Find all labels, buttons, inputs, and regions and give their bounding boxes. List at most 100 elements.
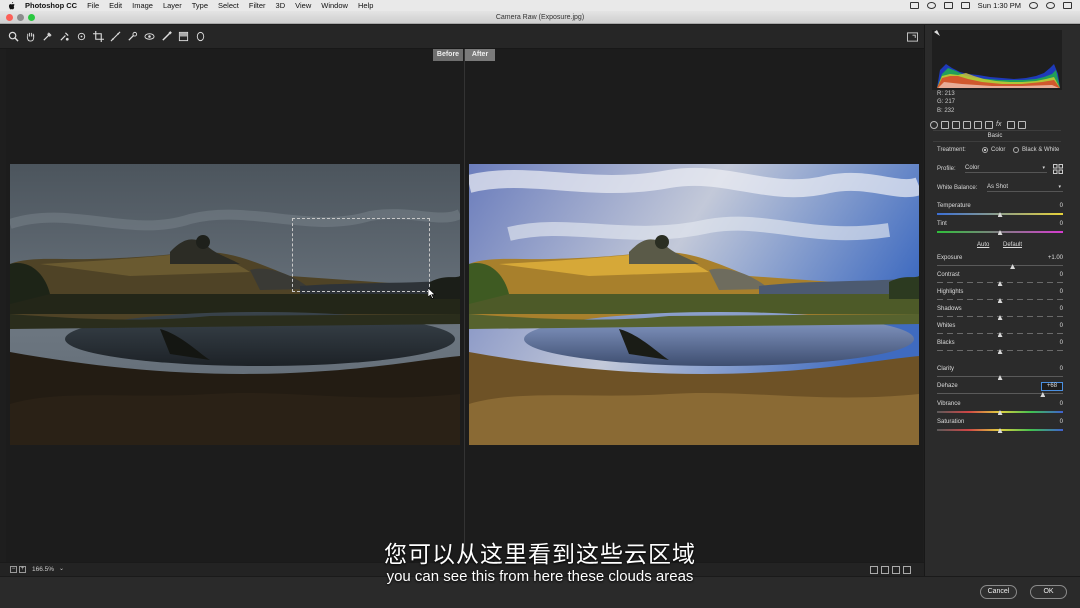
graduated-filter-icon[interactable] — [178, 31, 189, 42]
slider-value-field[interactable]: +1.00 — [1037, 255, 1063, 261]
straighten-tool-icon[interactable] — [110, 31, 121, 42]
lens-corrections-tab-icon[interactable] — [985, 121, 993, 129]
subtitle-english: you can see this from here these clouds … — [386, 568, 694, 585]
zoom-window-icon[interactable] — [28, 14, 35, 21]
camera-calibration-tab-icon[interactable] — [1007, 121, 1015, 129]
split-toning-tab-icon[interactable] — [974, 121, 982, 129]
shadow-clipping-icon[interactable] — [934, 30, 940, 36]
targeted-adjustment-icon[interactable] — [76, 31, 87, 42]
treatment-bw-label[interactable]: Black & White — [1022, 147, 1059, 153]
spotlight-search-icon[interactable] — [1029, 2, 1038, 9]
panel-divider — [933, 141, 1061, 142]
rgb-readout-b: B: 232 — [937, 108, 955, 114]
user-icon[interactable] — [1046, 2, 1055, 9]
slider-value-field[interactable]: 0 — [1037, 289, 1063, 295]
fullscreen-toggle-icon[interactable] — [907, 32, 918, 42]
notification-center-icon[interactable] — [1063, 2, 1072, 9]
before-after-divider — [464, 49, 465, 562]
hsl-tab-icon[interactable] — [963, 121, 971, 129]
after-image[interactable] — [469, 164, 919, 445]
close-window-icon[interactable] — [6, 14, 13, 21]
slider-value-field[interactable]: 0 — [1037, 306, 1063, 312]
basic-tab-icon[interactable] — [930, 121, 938, 129]
slider-label: Blacks — [937, 340, 955, 346]
menu-layer[interactable]: Layer — [163, 1, 182, 10]
screen: Photoshop CC File Edit Image Layer Type … — [0, 0, 1080, 608]
presets-tab-icon[interactable] — [1018, 121, 1026, 129]
panel-tabs: fx — [930, 121, 1026, 129]
adjustment-brush-icon[interactable] — [161, 31, 172, 42]
ok-button[interactable]: OK — [1030, 585, 1067, 599]
chevron-down-icon: ▾ — [1058, 184, 1061, 190]
subtitle-chinese: 您可以从这里看到这些云区域 — [384, 542, 696, 568]
hand-tool-icon[interactable] — [25, 31, 36, 42]
apple-icon[interactable] — [8, 1, 15, 10]
histogram — [932, 30, 1062, 90]
menu-help[interactable]: Help — [358, 1, 373, 10]
slider-track[interactable] — [937, 393, 1063, 394]
menu-filter[interactable]: Filter — [249, 1, 266, 10]
auto-link[interactable]: Auto — [977, 242, 989, 248]
battery-icon[interactable] — [960, 2, 970, 9]
profile-value: Color — [965, 165, 980, 171]
slider-label: Vibrance — [937, 401, 961, 407]
slider-value-field[interactable]: +68 — [1041, 382, 1063, 391]
slider-value-field[interactable]: 0 — [1037, 323, 1063, 329]
menu-type[interactable]: Type — [192, 1, 208, 10]
minimize-window-icon[interactable] — [17, 14, 24, 21]
slider-label: Clarity — [937, 366, 955, 372]
slider-track[interactable] — [937, 265, 1063, 266]
radial-filter-icon[interactable] — [195, 31, 206, 42]
slider-value-field[interactable]: 0 — [1037, 272, 1063, 278]
menu-edit[interactable]: Edit — [109, 1, 122, 10]
menu-window[interactable]: Window — [321, 1, 348, 10]
selection-marquee — [292, 218, 430, 292]
treatment-color-label[interactable]: Color — [991, 147, 1005, 153]
panel-title: Basic — [987, 133, 1003, 139]
color-sampler-icon[interactable] — [59, 31, 70, 42]
menu-app-name[interactable]: Photoshop CC — [25, 1, 77, 10]
menu-bar: Photoshop CC File Edit Image Layer Type … — [0, 0, 1080, 11]
cancel-button[interactable]: Cancel — [980, 585, 1017, 599]
treatment-label: Treatment: — [937, 147, 966, 153]
menu-file[interactable]: File — [87, 1, 99, 10]
slider-label: Shadows — [937, 306, 962, 312]
treatment-color-radio[interactable] — [982, 147, 988, 153]
effects-tab-icon[interactable]: fx — [996, 121, 1004, 129]
white-balance-value: As Shot — [987, 184, 1009, 190]
wifi-icon[interactable] — [926, 2, 936, 9]
menu-clock[interactable]: Sun 1:30 PM — [978, 1, 1021, 10]
after-label[interactable]: After — [465, 49, 495, 61]
profile-dropdown[interactable]: Color ▾ — [965, 165, 1047, 173]
slider-label: Dehaze — [937, 383, 958, 389]
before-label[interactable]: Before — [433, 49, 463, 61]
profile-browser-icon[interactable] — [1053, 164, 1063, 174]
spot-removal-icon[interactable] — [127, 31, 138, 42]
screen-mirroring-icon[interactable] — [909, 2, 919, 9]
volume-icon[interactable] — [943, 2, 953, 9]
slider-value-field[interactable]: 0 — [1037, 203, 1063, 209]
slider-value-field[interactable]: 0 — [1037, 340, 1063, 346]
window-controls — [6, 14, 35, 21]
white-balance-tool-icon[interactable] — [42, 31, 53, 42]
slider-value-field[interactable]: 0 — [1037, 221, 1063, 227]
menu-view[interactable]: View — [295, 1, 311, 10]
before-image[interactable] — [10, 164, 460, 445]
menu-image[interactable]: Image — [132, 1, 153, 10]
crop-tool-icon[interactable] — [93, 31, 104, 42]
detail-tab-icon[interactable] — [952, 121, 960, 129]
menu-3d[interactable]: 3D — [276, 1, 286, 10]
slider-value-field[interactable]: 0 — [1037, 419, 1063, 425]
treatment-bw-radio[interactable] — [1013, 147, 1019, 153]
window-title: Camera Raw (Exposure.jpg) — [495, 14, 585, 21]
slider-label: Tint — [937, 221, 947, 227]
red-eye-icon[interactable] — [144, 31, 155, 42]
slider-value-field[interactable]: 0 — [1037, 401, 1063, 407]
default-link[interactable]: Default — [1003, 242, 1022, 248]
tone-curve-tab-icon[interactable] — [941, 121, 949, 129]
zoom-tool-icon[interactable] — [8, 31, 19, 42]
menu-select[interactable]: Select — [218, 1, 239, 10]
white-balance-dropdown[interactable]: As Shot ▾ — [987, 184, 1063, 192]
chevron-down-icon: ▾ — [1042, 165, 1045, 171]
slider-value-field[interactable]: 0 — [1037, 366, 1063, 372]
